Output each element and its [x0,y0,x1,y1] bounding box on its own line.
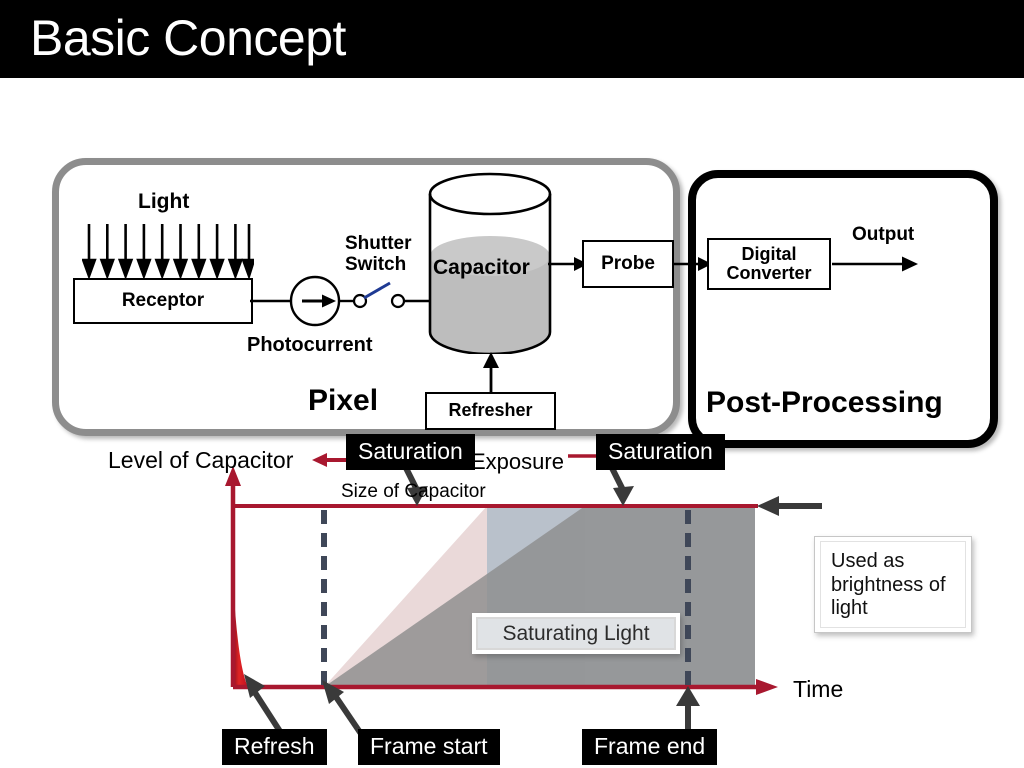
shutter-switch-label: Shutter Switch [345,233,412,275]
slide-stage: Basic Concept Light Receptor Photocurren… [0,0,1024,768]
brightness-note-box: Used as brightness of light [814,536,972,633]
page-title: Basic Concept [30,10,346,66]
digital-converter-label-line2: Converter [726,263,812,283]
photocurrent-label: Photocurrent [247,334,373,356]
probe-box: Probe [582,240,674,288]
saturation-callout-right: Saturation [596,434,725,471]
shutter-switch-label-line2: Switch [345,253,407,275]
x-axis-arrowhead [756,679,778,695]
probe-label: Probe [601,252,655,274]
shutter-switch-label-line1: Shutter [345,233,412,254]
frame-end-callout: Frame end [582,729,718,766]
y-axis-label: Level of Capacitor [108,447,294,473]
photocurrent-circuit [250,275,440,327]
exposure-legend-label: Exposure [471,449,564,474]
refresh-callout: Refresh [222,729,327,766]
digital-converter-label-line1: Digital [741,243,797,264]
light-label: Light [138,190,190,213]
title-bar: Basic Concept [0,0,1024,78]
light-rays-icon [82,224,254,280]
size-of-capacitor-label: Size of Capacitor [341,481,486,502]
receptor-label: Receptor [121,289,205,311]
saturating-light-callout: Saturating Light [472,613,680,654]
refresher-label: Refresher [448,400,533,421]
level-of-capacitor-leader-arrow [312,453,348,467]
post-processing-group-label: Post-Processing [706,386,943,419]
output-label: Output [852,224,915,245]
refresher-box: Refresher [425,392,556,430]
arrow-output [832,256,918,272]
digital-converter-box: Digital Converter [707,238,831,290]
arrow-refresher-to-capacitor [483,352,499,394]
note-leader-arrow [757,496,822,516]
pixel-group-label: Pixel [308,384,379,417]
brightness-note-text: Used as brightness of light [820,541,966,628]
frame-start-callout: Frame start [358,729,500,766]
arrow-probe-to-converter [672,257,712,271]
saturating-light-label: Saturating Light [476,617,676,650]
receptor-box: Receptor [73,278,253,324]
saturation-callout-left: Saturation [346,434,475,471]
x-axis-label: Time [793,676,844,702]
capacitor-label: Capacitor [433,256,530,279]
